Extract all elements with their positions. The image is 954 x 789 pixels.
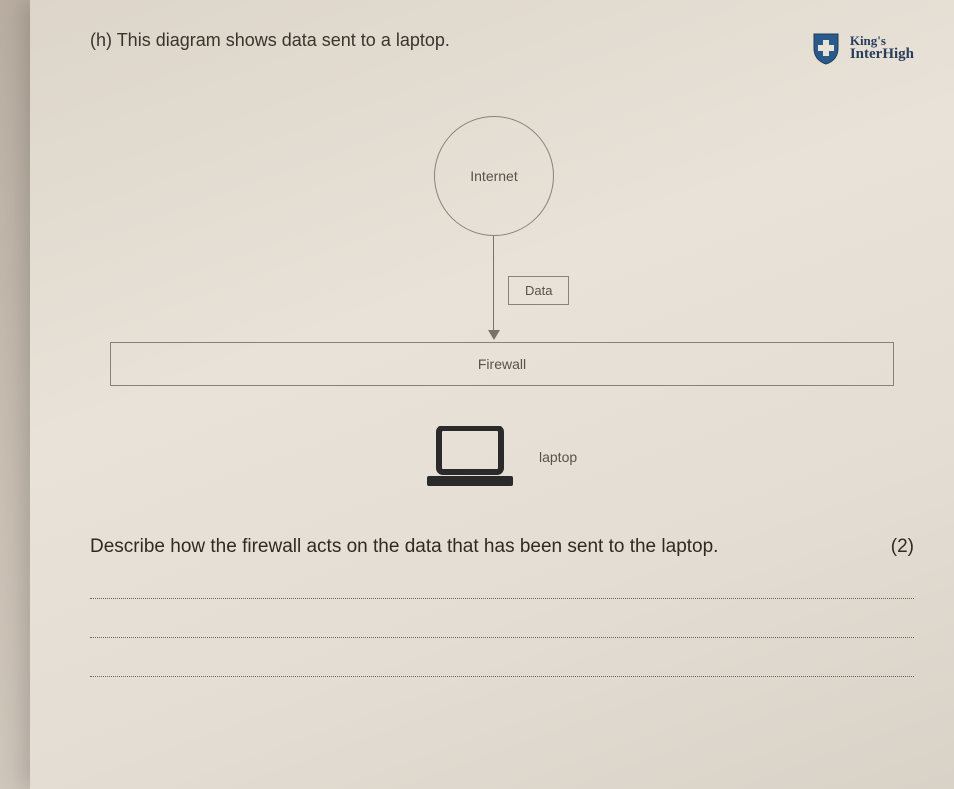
laptop-label: laptop bbox=[539, 449, 577, 465]
logo-text: King's InterHigh bbox=[850, 34, 914, 62]
data-node: Data bbox=[508, 276, 569, 305]
firewall-label: Firewall bbox=[478, 356, 526, 372]
marks-label: (2) bbox=[891, 536, 914, 558]
data-label: Data bbox=[525, 283, 552, 298]
worksheet-page: (h) This diagram shows data sent to a la… bbox=[30, 0, 954, 789]
answer-line bbox=[90, 598, 914, 599]
network-diagram: Internet Data Firewall laptop bbox=[90, 116, 914, 496]
arrow-line bbox=[493, 236, 494, 334]
intro-text: This diagram shows data sent to a laptop… bbox=[117, 30, 450, 50]
firewall-node: Firewall bbox=[110, 342, 894, 386]
question-row: Describe how the firewall acts on the da… bbox=[90, 536, 914, 558]
internet-node: Internet bbox=[434, 116, 554, 236]
laptop-group: laptop bbox=[425, 426, 577, 488]
answer-line bbox=[90, 676, 914, 677]
question-label: (h) bbox=[90, 30, 112, 50]
school-logo: King's InterHigh bbox=[808, 30, 914, 66]
question-text: Describe how the firewall acts on the da… bbox=[90, 536, 718, 558]
arrow-head-icon bbox=[488, 330, 500, 340]
laptop-icon bbox=[425, 426, 515, 488]
logo-text-line2: InterHigh bbox=[850, 47, 914, 62]
shield-icon bbox=[808, 30, 844, 66]
internet-label: Internet bbox=[470, 168, 517, 184]
answer-line bbox=[90, 637, 914, 638]
question-intro: (h) This diagram shows data sent to a la… bbox=[90, 30, 450, 51]
header-row: (h) This diagram shows data sent to a la… bbox=[90, 30, 914, 66]
